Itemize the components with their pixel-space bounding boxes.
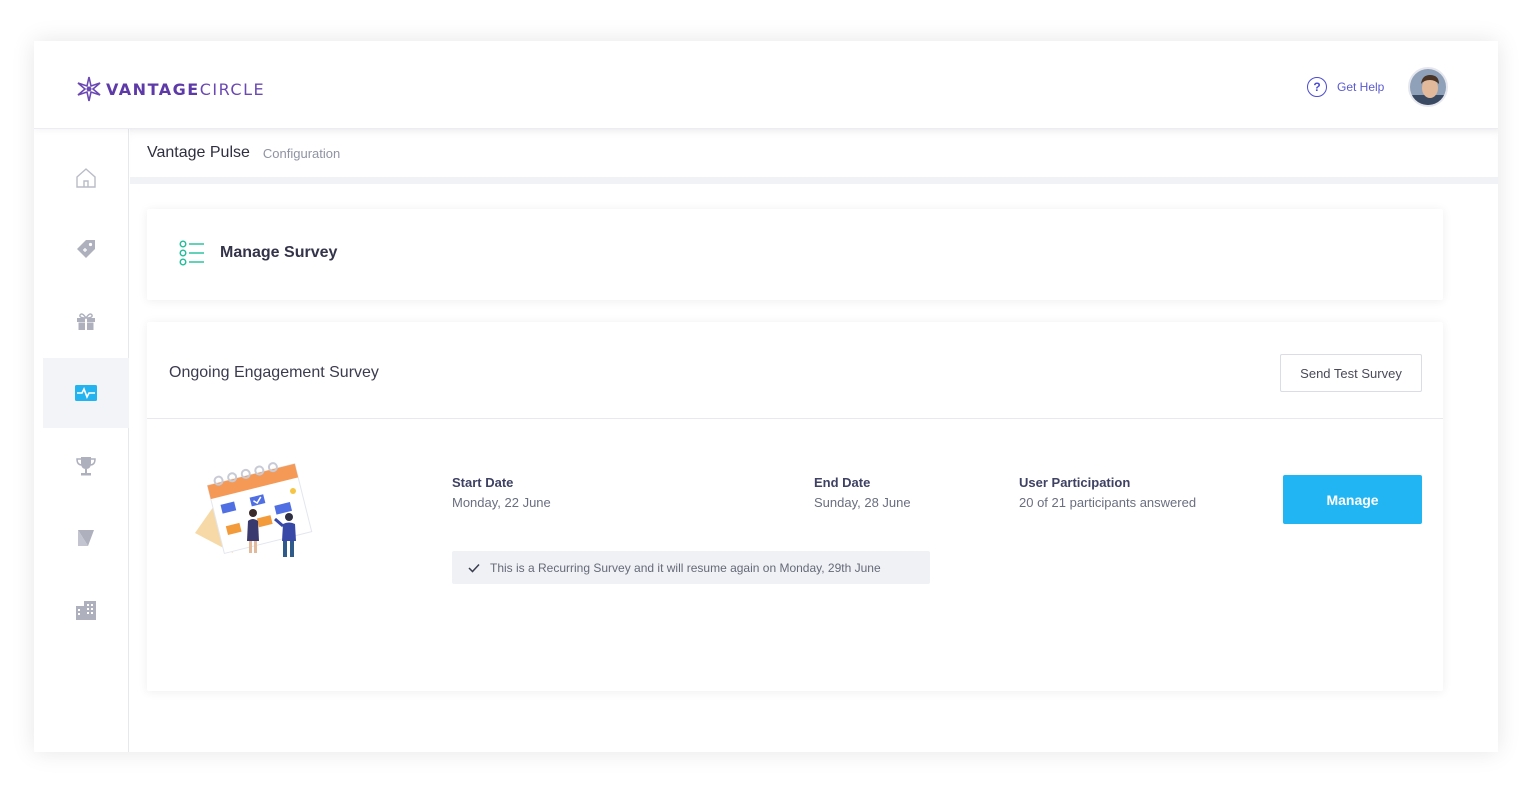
survey-name: Ongoing Engagement Survey [169, 364, 379, 381]
sidebar-item-pulse[interactable] [43, 358, 129, 428]
sidebar-item-home[interactable] [43, 143, 129, 213]
user-avatar[interactable] [1408, 67, 1448, 107]
survey-card: Ongoing Engagement Survey Send Test Surv… [147, 322, 1443, 691]
vantage-circle-logo[interactable]: VANTAGECIRCLE [75, 75, 265, 103]
manage-survey-card: Manage Survey [147, 209, 1443, 300]
end-date-label: End Date [814, 475, 871, 490]
sidebar-item-company[interactable] [43, 575, 129, 645]
avatar-image [1410, 69, 1446, 105]
user-participation-label: User Participation [1019, 475, 1131, 490]
end-date-field: End Date Sunday, 28 June [814, 475, 911, 510]
tag-icon [77, 240, 95, 258]
survey-card-header: Ongoing Engagement Survey Send Test Surv… [147, 322, 1443, 419]
sidebar-item-offers[interactable] [43, 214, 129, 284]
recurring-survey-notice: This is a Recurring Survey and it will r… [452, 551, 930, 584]
sidebar-item-rewards[interactable] [43, 286, 129, 356]
buildings-icon [76, 601, 96, 620]
breadcrumb-sub: Configuration [262, 145, 341, 161]
app-window: VANTAGECIRCLE ? Get Help Vantage Pulse C… [34, 41, 1498, 752]
sidebar-nav [34, 129, 129, 752]
logo-bold-text: VANTAGE [106, 79, 200, 99]
manage-button[interactable]: Manage [1283, 475, 1422, 524]
question-circle-icon: ? [1307, 77, 1327, 97]
sidebar-item-explore[interactable] [43, 503, 129, 573]
start-date-label: Start Date [452, 475, 514, 490]
start-date-field: Start Date Monday, 22 June [452, 475, 551, 510]
recurring-survey-text: This is a Recurring Survey and it will r… [490, 560, 881, 575]
start-date-value: Monday, 22 June [452, 495, 551, 510]
logo-light-text: CIRCLE [199, 79, 266, 99]
pulse-icon [75, 385, 97, 401]
check-icon [468, 563, 480, 573]
breadcrumb-main[interactable]: Vantage Pulse [147, 144, 250, 162]
top-header: VANTAGECIRCLE ? Get Help [34, 41, 1498, 129]
user-participation-field: User Participation 20 of 21 participants… [1019, 475, 1196, 510]
gift-icon [77, 313, 95, 330]
get-help-label: Get Help [1337, 80, 1385, 94]
main-content: Manage Survey Ongoing Engagement Survey … [130, 191, 1498, 752]
send-test-survey-button[interactable]: Send Test Survey [1280, 354, 1422, 392]
calendar-illustration [195, 462, 313, 557]
get-help-link[interactable]: ? Get Help [1307, 77, 1384, 97]
manage-survey-title: Manage Survey [220, 244, 338, 261]
star-logo-icon [77, 76, 101, 102]
compass-icon [78, 530, 94, 546]
home-icon [76, 168, 96, 188]
end-date-value: Sunday, 28 June [814, 495, 911, 510]
user-participation-value: 20 of 21 participants answered [1019, 495, 1197, 510]
breadcrumb: Vantage Pulse Configuration [130, 129, 1498, 184]
sidebar-item-awards[interactable] [43, 431, 129, 501]
trophy-icon [76, 457, 96, 476]
list-icon [179, 240, 204, 266]
